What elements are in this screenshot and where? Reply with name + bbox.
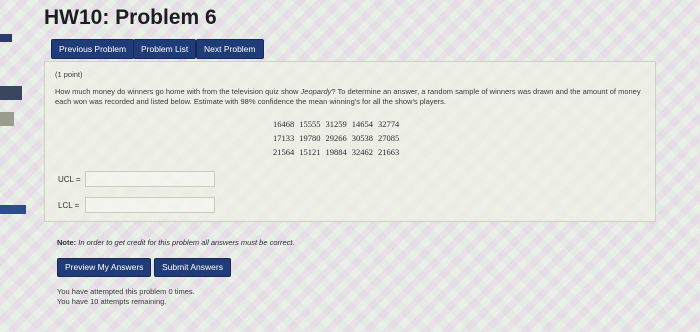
note-body: In order to get credit for this problem …: [76, 238, 295, 247]
note-label: Note:: [57, 238, 77, 247]
data-cell: 19780: [299, 133, 321, 143]
data-cell: 21564: [273, 147, 295, 157]
data-table: 16468 15555 31259 14654 32774 17133 1978…: [273, 119, 404, 161]
preview-answers-button[interactable]: Preview My Answers: [57, 258, 152, 277]
question-text: How much money do winners go home with f…: [55, 87, 645, 107]
data-cell: 15555: [299, 119, 321, 129]
data-cell: 29266: [325, 133, 347, 143]
data-cell: 32462: [351, 147, 373, 157]
ucl-input[interactable]: [85, 171, 215, 187]
left-edge-bar: [0, 205, 26, 214]
lcl-input[interactable]: [85, 197, 215, 213]
data-cell: 17133: [273, 133, 295, 143]
data-cell: 15121: [299, 147, 321, 157]
ucl-label: UCL =: [58, 175, 81, 184]
left-edge-bar: [0, 86, 22, 100]
table-row: 16468 15555 31259 14654 32774: [273, 119, 404, 133]
data-cell: 30538: [351, 133, 373, 143]
data-cell: 19884: [325, 147, 347, 157]
question-text-part1: How much money do winners go home with f…: [55, 87, 301, 96]
data-cell: 14654: [351, 119, 373, 129]
attempts-remaining-text: You have 10 attempts remaining.: [57, 297, 167, 306]
show-name: Jeopardy: [300, 87, 332, 96]
lcl-label: LCL =: [58, 201, 80, 210]
data-cell: 31259: [325, 119, 347, 129]
data-cell: 16468: [273, 119, 295, 129]
note-text: Note: In order to get credit for this pr…: [57, 238, 295, 247]
data-cell: 32774: [378, 119, 400, 129]
data-cell: 27085: [378, 133, 400, 143]
problem-list-button[interactable]: Problem List: [133, 39, 197, 59]
attempts-made-text: You have attempted this problem 0 times.: [57, 287, 195, 296]
page-title: HW10: Problem 6: [44, 6, 217, 29]
data-cell: 21663: [378, 147, 400, 157]
left-edge-bar: [0, 112, 14, 126]
table-row: 21564 15121 19884 32462 21663: [273, 147, 404, 161]
next-problem-button[interactable]: Next Problem: [196, 39, 264, 59]
left-edge-bar: [0, 34, 12, 42]
points-label: (1 point): [55, 70, 83, 79]
table-row: 17133 19780 29266 30538 27085: [273, 133, 404, 147]
previous-problem-button[interactable]: Previous Problem: [51, 39, 135, 59]
problem-panel: (1 point) How much money do winners go h…: [44, 61, 656, 222]
submit-answers-button[interactable]: Submit Answers: [154, 258, 231, 277]
